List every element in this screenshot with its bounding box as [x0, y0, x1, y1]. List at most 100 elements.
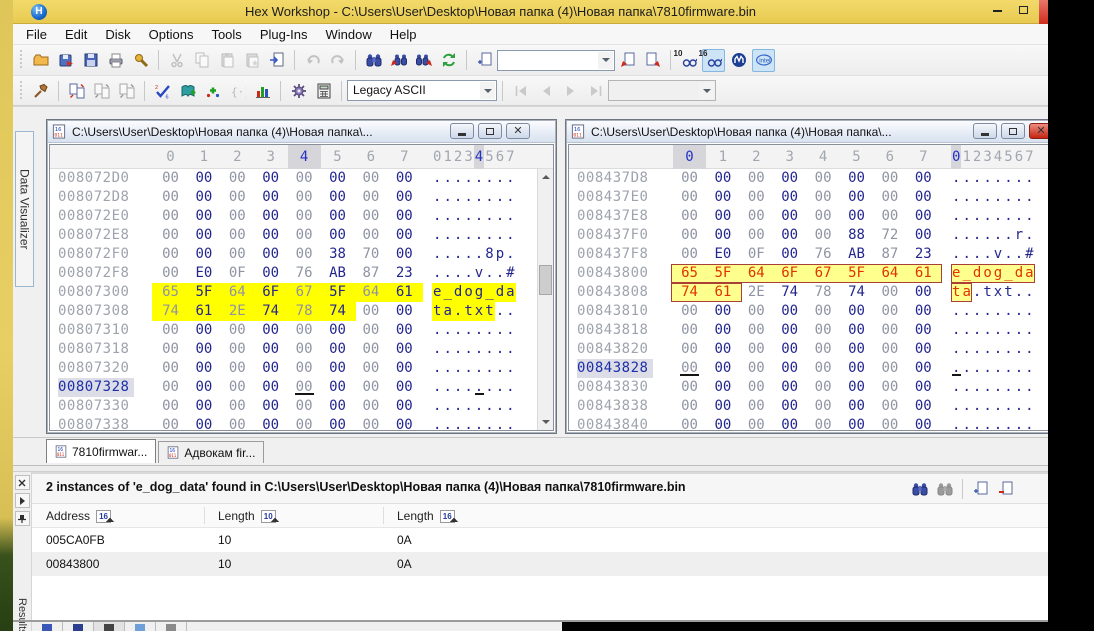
hex-byte[interactable]: 00: [773, 169, 806, 188]
hex-byte[interactable]: 00: [154, 340, 187, 359]
ascii-char[interactable]: .: [505, 245, 515, 264]
ascii-char[interactable]: .: [442, 264, 452, 283]
child-minimize-button[interactable]: [973, 123, 997, 139]
ascii-char[interactable]: .: [951, 188, 961, 207]
compare-icon[interactable]: [65, 79, 88, 102]
hex-byte[interactable]: 00: [706, 321, 739, 340]
hex-byte[interactable]: 00: [354, 188, 387, 207]
ascii-char[interactable]: .: [972, 416, 982, 430]
ascii-char[interactable]: .: [474, 340, 484, 359]
chevron-down-icon[interactable]: [598, 52, 613, 69]
hex-byte[interactable]: 2E: [221, 302, 254, 321]
hex-byte[interactable]: 00: [254, 169, 287, 188]
hex-byte[interactable]: 00: [773, 378, 806, 397]
ascii-char[interactable]: .: [463, 378, 473, 397]
hex-byte[interactable]: 00: [221, 207, 254, 226]
results-column-address-0[interactable]: Address16: [46, 504, 111, 528]
ascii-char[interactable]: .: [961, 302, 971, 321]
hex-byte[interactable]: 00: [773, 207, 806, 226]
ascii-char[interactable]: .: [972, 169, 982, 188]
hex-byte[interactable]: 00: [354, 359, 387, 378]
hex-byte[interactable]: 00: [673, 397, 706, 416]
ascii-char[interactable]: .: [505, 397, 515, 416]
hex-byte[interactable]: 00: [154, 169, 187, 188]
ascii-char[interactable]: .: [484, 207, 494, 226]
hex-byte[interactable]: 00: [907, 302, 940, 321]
hex-byte[interactable]: 00: [840, 397, 873, 416]
ascii-char[interactable]: a: [442, 302, 452, 321]
ascii-char[interactable]: .: [1014, 188, 1024, 207]
undo-icon[interactable]: [301, 49, 324, 72]
ascii-char[interactable]: .: [1003, 397, 1013, 416]
find-next-icon[interactable]: [412, 49, 435, 72]
menu-window[interactable]: Window: [317, 25, 381, 44]
replace-icon[interactable]: [437, 49, 460, 72]
file-properties-icon[interactable]: [129, 49, 152, 72]
ascii-char[interactable]: .: [1014, 302, 1024, 321]
first-bookmark-icon[interactable]: [509, 79, 532, 102]
hex-byte[interactable]: 00: [354, 397, 387, 416]
intel-byteorder-icon[interactable]: intel: [752, 49, 775, 72]
ascii-char[interactable]: .: [453, 264, 463, 283]
ascii-char[interactable]: .: [993, 359, 1003, 378]
hex-byte[interactable]: 65: [673, 264, 706, 283]
hex-byte[interactable]: 78: [807, 283, 840, 302]
ascii-char[interactable]: .: [951, 321, 961, 340]
motorola-byteorder-icon[interactable]: [727, 49, 750, 72]
hex-byte[interactable]: 00: [706, 416, 739, 430]
find-icon[interactable]: [362, 49, 385, 72]
ascii-char[interactable]: .: [1024, 416, 1034, 430]
hex-byte[interactable]: 00: [187, 169, 220, 188]
ascii-char[interactable]: o: [982, 264, 992, 283]
ascii-char[interactable]: .: [442, 397, 452, 416]
hex-byte[interactable]: 00: [321, 397, 354, 416]
options-icon[interactable]: [287, 79, 310, 102]
hex-byte[interactable]: 00: [740, 340, 773, 359]
ascii-char[interactable]: .: [951, 207, 961, 226]
hex-byte[interactable]: 74: [321, 302, 354, 321]
hex-byte[interactable]: 00: [354, 302, 387, 321]
hex-byte[interactable]: 74: [773, 283, 806, 302]
ascii-char[interactable]: .: [1014, 207, 1024, 226]
hex-byte[interactable]: 00: [773, 226, 806, 245]
hex-byte[interactable]: 00: [321, 321, 354, 340]
hex-byte[interactable]: 00: [807, 397, 840, 416]
hex-byte[interactable]: 00: [321, 207, 354, 226]
ascii-char[interactable]: .: [484, 340, 494, 359]
hex-byte[interactable]: 00: [288, 188, 321, 207]
find-combobox[interactable]: [497, 50, 615, 71]
maximize-button[interactable]: [1012, 3, 1034, 20]
hex-byte[interactable]: 00: [288, 321, 321, 340]
ascii-char[interactable]: .: [961, 359, 971, 378]
ascii-char[interactable]: .: [1024, 188, 1034, 207]
hex-byte[interactable]: 00: [773, 302, 806, 321]
structures-icon[interactable]: {·}: [226, 79, 249, 102]
ascii-char[interactable]: .: [1003, 245, 1013, 264]
hex-byte[interactable]: 00: [807, 359, 840, 378]
hex-byte[interactable]: 00: [873, 359, 906, 378]
ascii-char[interactable]: .: [442, 359, 452, 378]
hex-byte[interactable]: AB: [321, 264, 354, 283]
hex-byte[interactable]: 00: [907, 397, 940, 416]
ascii-char[interactable]: .: [484, 264, 494, 283]
ascii-char[interactable]: .: [495, 397, 505, 416]
expand-results-button[interactable]: [15, 493, 30, 508]
ascii-char[interactable]: .: [951, 340, 961, 359]
hex-byte[interactable]: 00: [807, 226, 840, 245]
hex-window-left[interactable]: C:\Users\User\Desktop\Новая папка (4)\Но…: [46, 119, 557, 434]
hex-byte[interactable]: 00: [221, 340, 254, 359]
print-icon[interactable]: [104, 49, 127, 72]
hex-byte[interactable]: 00: [740, 302, 773, 321]
hex-byte[interactable]: E0: [706, 245, 739, 264]
hex-byte[interactable]: 67: [807, 264, 840, 283]
goto-previous-icon[interactable]: [616, 49, 639, 72]
ascii-char[interactable]: .: [982, 226, 992, 245]
base16-view-icon[interactable]: 16: [702, 49, 725, 72]
ascii-char[interactable]: .: [1003, 378, 1013, 397]
hex-byte[interactable]: 00: [873, 340, 906, 359]
hex-byte[interactable]: 76: [807, 245, 840, 264]
ascii-char[interactable]: .: [432, 340, 442, 359]
hex-byte[interactable]: 00: [706, 340, 739, 359]
hex-byte[interactable]: 00: [907, 378, 940, 397]
ascii-char[interactable]: d: [1014, 264, 1024, 283]
